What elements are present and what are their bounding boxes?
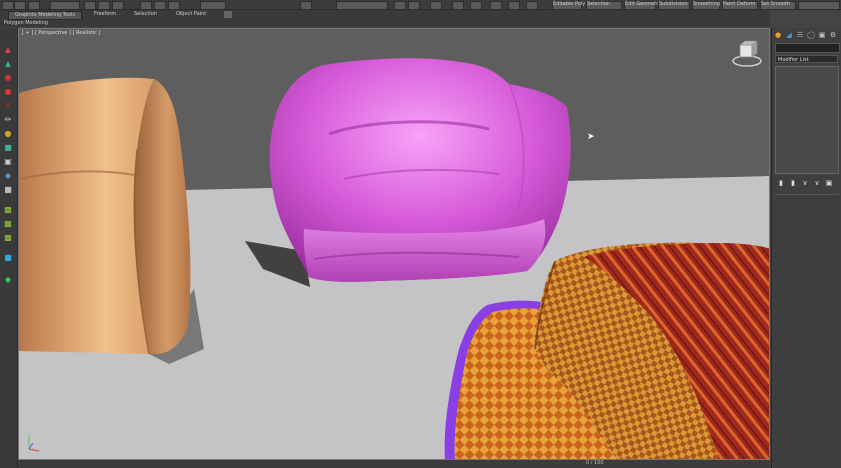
reference-coordinate-dropdown[interactable] bbox=[200, 1, 226, 10]
remove-icon[interactable]: ✕ bbox=[3, 102, 13, 110]
scale-icon[interactable] bbox=[168, 1, 180, 10]
toolbar-button-7[interactable]: Set Smooth bbox=[760, 1, 796, 10]
toolbar-button-6[interactable]: Paint Deform bbox=[722, 1, 758, 10]
modifier-stack-buttons: ▮ ▮ ∨ ∨ ▣ bbox=[775, 178, 839, 188]
toolbar-button-label: Smoothing bbox=[693, 1, 721, 7]
material-editor-icon[interactable] bbox=[490, 1, 502, 10]
create-icon[interactable]: ● bbox=[3, 74, 13, 82]
edit-icon[interactable]: ● bbox=[3, 88, 13, 96]
toolbar-button-label: Paint Deform bbox=[723, 1, 756, 7]
select-object-icon[interactable] bbox=[84, 1, 96, 10]
link-icon[interactable] bbox=[28, 1, 40, 10]
select-region-icon[interactable] bbox=[112, 1, 124, 10]
modifier-list-dropdown[interactable]: Modifier List bbox=[775, 55, 838, 63]
toolbar-button-1[interactable]: Editable Poly bbox=[552, 1, 586, 10]
command-panel-tabs: ● ◢ ☰ ◯ ▣ ⚙ bbox=[774, 30, 840, 40]
selection-filter-dropdown[interactable] bbox=[50, 1, 80, 10]
tab-freeform[interactable]: Freeform bbox=[94, 11, 116, 18]
toolbar-button-label: Subdivision bbox=[659, 1, 688, 7]
command-panel: ● ◢ ☰ ◯ ▣ ⚙ Modifier List ▮ ▮ ∨ ∨ ▣ bbox=[771, 28, 841, 468]
schematic-view-icon[interactable] bbox=[470, 1, 482, 10]
snap-toggle-icon[interactable] bbox=[300, 1, 312, 10]
utilities-icon[interactable]: ▣ bbox=[3, 158, 13, 166]
camera-icon[interactable]: ■ bbox=[3, 254, 13, 262]
mirror-icon[interactable] bbox=[394, 1, 406, 10]
main-toolbar: Editable Poly Selection Edit Geometry Su… bbox=[0, 0, 841, 10]
move-tool-icon[interactable]: ▲ bbox=[3, 60, 13, 68]
display-tab-icon[interactable]: ▣ bbox=[818, 31, 826, 39]
pen-icon[interactable]: ✏ bbox=[3, 116, 13, 124]
modify-tab-icon[interactable]: ◢ bbox=[785, 31, 793, 39]
mouse-cursor-icon: ➤ bbox=[587, 132, 595, 142]
align-icon[interactable] bbox=[408, 1, 420, 10]
hierarchy-icon[interactable]: ■ bbox=[3, 186, 13, 194]
viewport-scene bbox=[19, 29, 769, 459]
display-icon[interactable]: ■ bbox=[3, 144, 13, 152]
frame-counter: 0 / 100 bbox=[586, 460, 604, 466]
tab-selection[interactable]: Selection bbox=[134, 11, 157, 18]
ribbon-panel-title[interactable]: Polygon Modeling bbox=[4, 20, 48, 26]
motion-tab-icon[interactable]: ◯ bbox=[807, 31, 815, 39]
graphite-ribbon: Graphite Modeling Tools Freeform Selecti… bbox=[0, 10, 770, 27]
perspective-viewport[interactable]: [ + ] [ Perspective ] [ Realistic ] ➤ bbox=[18, 28, 770, 460]
toolbar-button-2[interactable]: Selection bbox=[586, 1, 622, 10]
plugin-icon[interactable]: ◆ bbox=[3, 276, 13, 284]
redo-icon[interactable] bbox=[14, 1, 26, 10]
rotate-icon[interactable] bbox=[154, 1, 166, 10]
named-selection-field[interactable] bbox=[336, 1, 388, 10]
curve-editor-icon[interactable] bbox=[452, 1, 464, 10]
helper-icon[interactable]: ▩ bbox=[3, 206, 13, 214]
ribbon-options-icon[interactable] bbox=[224, 11, 232, 18]
modifier-stack[interactable] bbox=[775, 66, 839, 174]
viewport-label[interactable]: [ + ] [ Perspective ] [ Realistic ] bbox=[22, 30, 100, 36]
toolbar-button-5[interactable]: Smoothing bbox=[692, 1, 720, 10]
select-by-name-icon[interactable] bbox=[98, 1, 110, 10]
toolbar-button-label: Editable Poly bbox=[553, 1, 586, 7]
parameters-rollout bbox=[775, 194, 839, 465]
create-tab-icon[interactable]: ● bbox=[774, 31, 782, 39]
undo-icon[interactable] bbox=[2, 1, 14, 10]
render-icon[interactable] bbox=[526, 1, 538, 10]
time-slider[interactable]: 0 / 100 bbox=[18, 460, 770, 468]
toolbar-button-label: Edit Geometry bbox=[625, 1, 662, 7]
move-icon[interactable] bbox=[140, 1, 152, 10]
toolbar-button-3[interactable]: Edit Geometry bbox=[624, 1, 661, 10]
toolbar-button-label: Selection bbox=[587, 1, 611, 7]
hierarchy-tab-icon[interactable]: ☰ bbox=[796, 31, 804, 39]
toolbar-button-4[interactable]: Subdivision bbox=[658, 1, 690, 10]
tab-graphite-modeling-tools[interactable]: Graphite Modeling Tools bbox=[8, 11, 83, 20]
geometry-icon[interactable]: ▩ bbox=[3, 234, 13, 242]
toolbar-button-8[interactable] bbox=[798, 1, 840, 10]
toolbar-button-label: Set Smooth bbox=[761, 1, 791, 7]
light-icon[interactable]: ● bbox=[3, 130, 13, 138]
layer-manager-icon[interactable] bbox=[430, 1, 442, 10]
grid-icon[interactable]: ◆ bbox=[3, 172, 13, 180]
make-unique-icon[interactable]: ∨ bbox=[801, 179, 809, 187]
shape-icon[interactable]: ▩ bbox=[3, 220, 13, 228]
show-end-result-icon[interactable]: ▮ bbox=[789, 179, 797, 187]
select-link-icon[interactable]: ▲ bbox=[3, 46, 13, 54]
pin-stack-icon[interactable]: ▮ bbox=[777, 179, 785, 187]
utilities-tab-icon[interactable]: ⚙ bbox=[829, 31, 837, 39]
left-tool-strip: ▲ ▲ ● ● ✕ ✏ ● ■ ▣ ◆ ■ ▩ ▩ ▩ ■ ◆ bbox=[0, 28, 18, 468]
remove-modifier-icon[interactable]: ∨ bbox=[813, 179, 821, 187]
configure-sets-icon[interactable]: ▣ bbox=[825, 179, 833, 187]
render-setup-icon[interactable] bbox=[508, 1, 520, 10]
tab-object-paint[interactable]: Object Paint bbox=[176, 11, 206, 18]
object-name-field[interactable] bbox=[775, 43, 840, 53]
